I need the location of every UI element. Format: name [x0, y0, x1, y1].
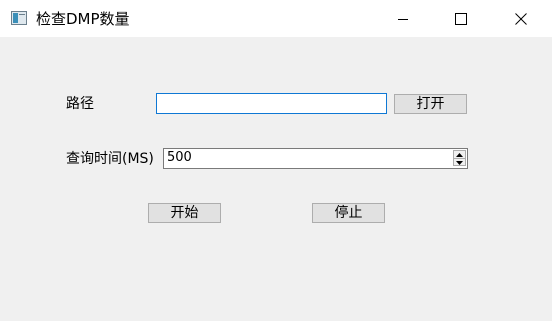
query-time-spinbox[interactable]: 500 [163, 148, 468, 169]
maximize-button[interactable] [438, 0, 484, 37]
query-time-label: 查询时间(MS) [66, 151, 154, 167]
arrow-down-icon [456, 160, 463, 165]
title-bar[interactable]: 检查DMP数量 [0, 0, 552, 37]
stop-button[interactable]: 停止 [312, 203, 385, 223]
minimize-icon [398, 18, 408, 20]
spin-arrows [453, 150, 466, 166]
path-label: 路径 [66, 96, 94, 112]
start-button[interactable]: 开始 [148, 203, 221, 223]
spin-up-button[interactable] [454, 151, 465, 158]
close-button[interactable] [498, 0, 544, 37]
window-title: 检查DMP数量 [36, 10, 130, 28]
maximize-icon [455, 12, 467, 25]
query-time-value[interactable]: 500 [167, 150, 192, 166]
window-app-icon [11, 11, 27, 25]
close-icon [515, 12, 527, 25]
open-button[interactable]: 打开 [394, 94, 467, 114]
main-window: 检查DMP数量 路径 打开 查询时间(MS) 500 开始 停止 [0, 0, 552, 321]
minimize-button[interactable] [380, 0, 426, 37]
arrow-up-icon [456, 152, 463, 157]
spin-down-button[interactable] [454, 158, 465, 166]
path-input[interactable] [156, 93, 387, 114]
